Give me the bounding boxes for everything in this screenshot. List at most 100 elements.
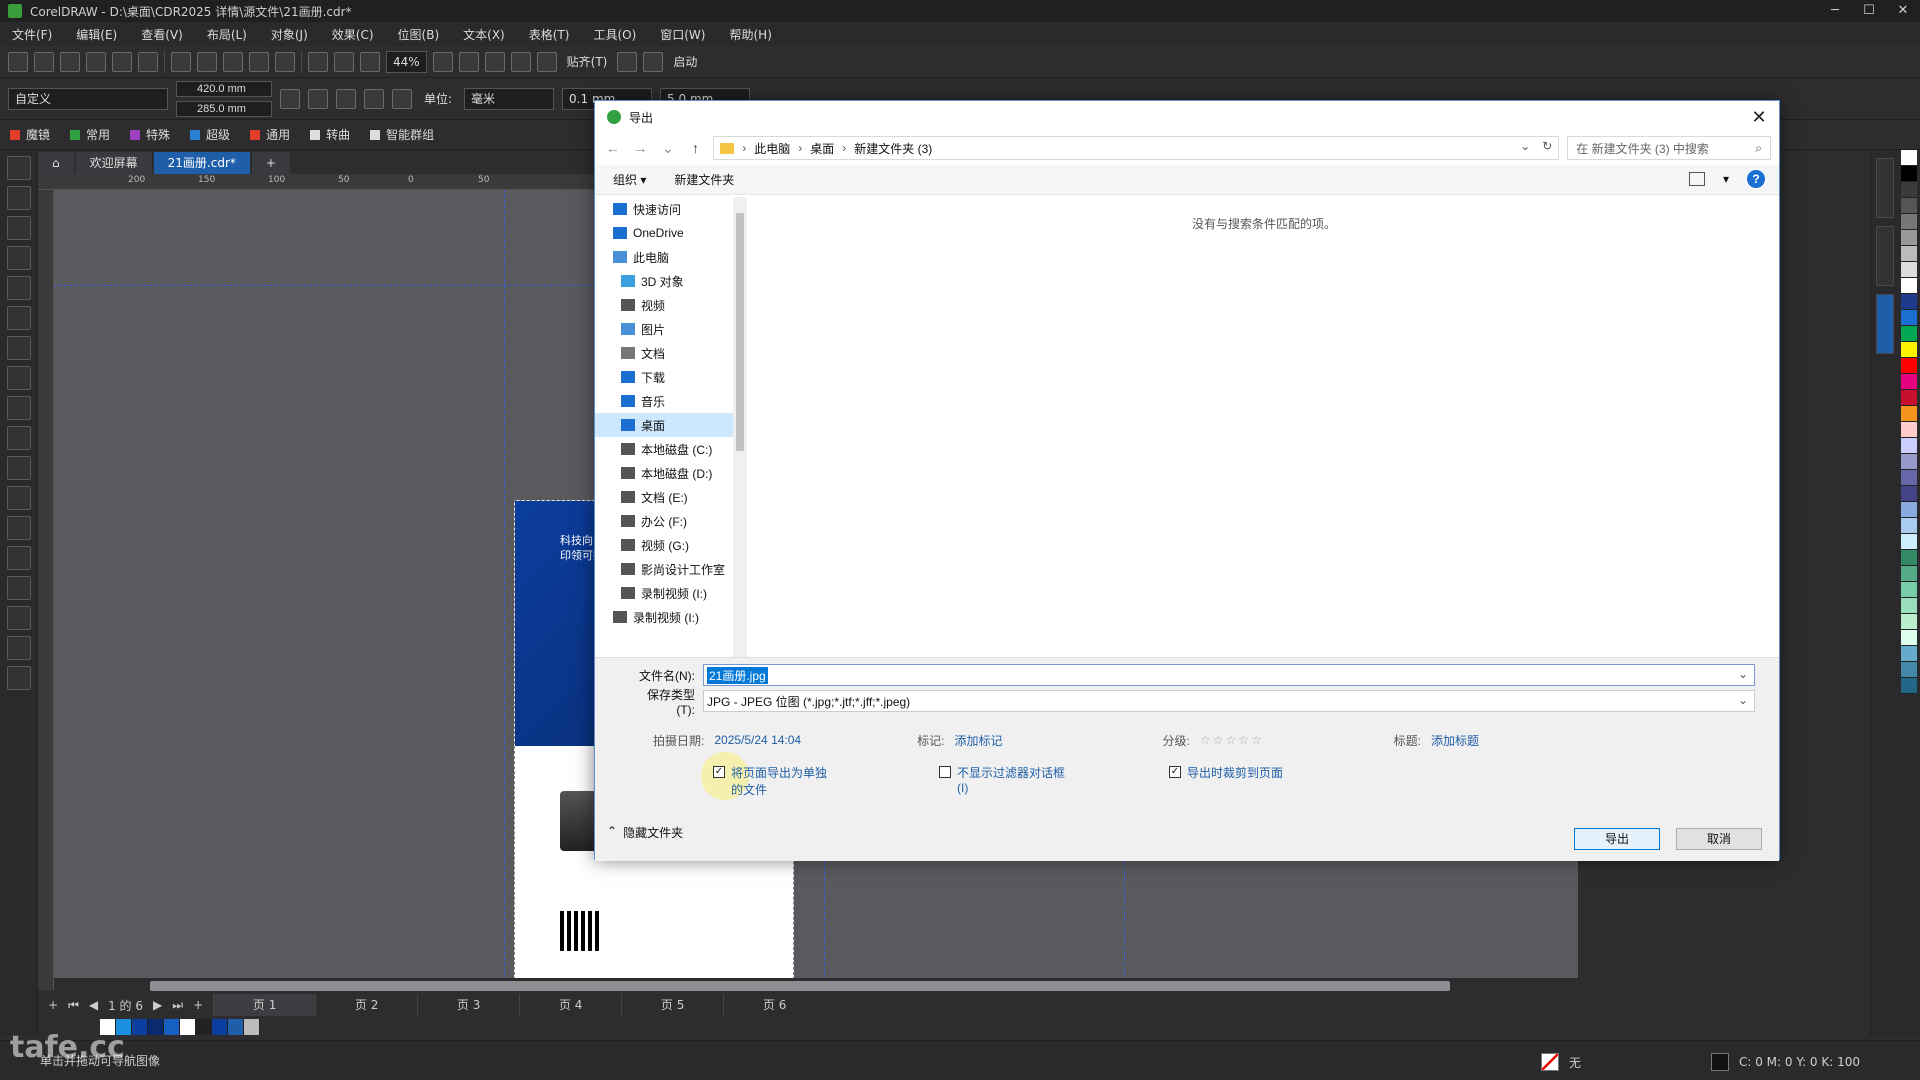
nav-item[interactable]: 文档 (E:) <box>595 485 746 509</box>
color-swatch[interactable] <box>1901 342 1917 358</box>
color-swatch[interactable] <box>1901 390 1917 406</box>
unit-select[interactable]: 毫米 <box>464 87 555 110</box>
artistic-media-icon[interactable] <box>6 306 31 330</box>
color-swatch[interactable] <box>132 1019 148 1035</box>
print-icon[interactable] <box>138 51 158 72</box>
add-page-end-icon[interactable]: + <box>193 998 203 1012</box>
add-page-icon[interactable]: + <box>48 998 58 1012</box>
color-swatch[interactable] <box>1901 662 1917 678</box>
checkbox[interactable] <box>939 766 951 778</box>
up-icon[interactable]: ↑ <box>686 140 706 156</box>
plugin-button[interactable]: 转曲 <box>310 126 350 143</box>
page-tab[interactable]: 页 6 <box>723 994 825 1016</box>
color-swatch[interactable] <box>1901 566 1917 582</box>
outline-swatch[interactable] <box>1710 1053 1729 1071</box>
nav-item[interactable]: 本地磁盘 (C:) <box>595 437 746 461</box>
checkbox[interactable]: ✓ <box>713 766 725 778</box>
guideline[interactable] <box>504 190 505 980</box>
color-swatch[interactable] <box>148 1019 164 1035</box>
color-swatch[interactable] <box>1901 278 1917 294</box>
launch-icon[interactable] <box>643 51 664 72</box>
date-value[interactable]: 2025/5/24 14:04 <box>714 733 801 747</box>
page-preset-select[interactable]: 自定义 <box>8 87 168 110</box>
page-height-input[interactable] <box>176 100 272 117</box>
fill-swatch[interactable] <box>1540 1053 1559 1071</box>
options-gear-icon[interactable] <box>617 51 638 72</box>
all-pages-icon[interactable] <box>280 88 300 109</box>
breadcrumb-folder[interactable]: 新建文件夹 (3) <box>854 140 932 157</box>
menu-item[interactable]: 编辑(E) <box>76 26 117 43</box>
nav-item[interactable]: 文档 <box>595 341 746 365</box>
nav-item[interactable]: 图片 <box>595 317 746 341</box>
nav-item[interactable]: 录制视频 (I:) <box>595 581 746 605</box>
nav-scrollbar[interactable] <box>733 197 747 657</box>
color-swatch[interactable] <box>1901 550 1917 566</box>
eyedropper-tool-icon[interactable] <box>6 576 31 600</box>
color-swatch[interactable] <box>1901 326 1917 342</box>
view-mode-icon[interactable] <box>1688 172 1705 186</box>
nav-item[interactable]: 快速访问 <box>595 197 746 221</box>
connector-tool-icon[interactable] <box>6 486 31 510</box>
color-swatch[interactable] <box>196 1019 212 1035</box>
color-swatch[interactable] <box>1901 198 1917 214</box>
color-swatch[interactable] <box>1901 230 1917 246</box>
tab-home-icon[interactable]: ⌂ <box>38 152 74 174</box>
color-swatch[interactable] <box>1901 422 1917 438</box>
save-icon[interactable] <box>60 51 80 72</box>
menu-item[interactable]: 布局(L) <box>207 26 247 43</box>
plugin-button[interactable]: 超级 <box>190 126 230 143</box>
smart-fill-icon[interactable] <box>6 636 31 660</box>
dimension-tool-icon[interactable] <box>6 456 31 480</box>
color-swatch[interactable] <box>1901 294 1917 310</box>
menu-item[interactable]: 对象(J) <box>271 26 308 43</box>
nav-item[interactable]: 视频 (G:) <box>595 533 746 557</box>
savetype-select[interactable]: JPG - JPEG 位图 (*.jpg;*.jtf;*.jff;*.jpeg)… <box>703 690 1755 712</box>
color-swatch[interactable] <box>1901 406 1917 422</box>
breadcrumb-this-pc[interactable]: 此电脑 <box>754 140 790 157</box>
chevron-down-icon[interactable]: ▾ <box>1723 172 1729 186</box>
color-swatch[interactable] <box>1901 518 1917 534</box>
back-icon[interactable]: ← <box>603 140 623 156</box>
menu-item[interactable]: 表格(T) <box>529 26 570 43</box>
color-swatch[interactable] <box>212 1019 228 1035</box>
menu-item[interactable]: 文本(X) <box>463 26 505 43</box>
nav-item[interactable]: 3D 对象 <box>595 269 746 293</box>
nav-item[interactable]: OneDrive <box>595 221 746 245</box>
nav-item[interactable]: 影尚设计工作室 <box>595 557 746 581</box>
last-page-icon[interactable]: ⏭ <box>172 998 183 1013</box>
filename-input[interactable]: 21画册.jpg ⌄ <box>703 664 1755 686</box>
breadcrumb-desktop[interactable]: 桌面 <box>810 140 834 157</box>
plugin-button[interactable]: 魔镜 <box>10 126 50 143</box>
transparency-tool-icon[interactable] <box>6 546 31 570</box>
export-icon[interactable] <box>334 51 354 72</box>
nav-item[interactable]: 录制视频 (I:) <box>595 605 746 629</box>
menu-item[interactable]: 文件(F) <box>12 26 52 43</box>
new-folder-button[interactable]: 新建文件夹 <box>674 171 734 188</box>
color-swatch[interactable] <box>1901 582 1917 598</box>
rulers-icon[interactable] <box>458 51 479 72</box>
zoom-select[interactable]: 44% <box>386 50 427 73</box>
nav-item[interactable]: 音乐 <box>595 389 746 413</box>
paste-icon[interactable] <box>223 51 243 72</box>
recent-icon[interactable]: ⌄ <box>658 140 678 157</box>
tags-value[interactable]: 添加标记 <box>954 732 1002 749</box>
current-page-icon[interactable] <box>364 88 384 109</box>
grid-icon[interactable] <box>484 51 505 72</box>
shadow-tool-icon[interactable] <box>6 516 31 540</box>
cancel-button[interactable]: 取消 <box>1676 828 1762 850</box>
refresh-icon[interactable]: ↻ <box>1542 139 1552 153</box>
hide-filter-dialog-checkbox[interactable]: 不显示过滤器对话框(I) <box>939 764 1069 795</box>
forward-icon[interactable]: → <box>631 140 651 156</box>
page-tab[interactable]: 页 5 <box>621 994 723 1016</box>
hide-folders-toggle[interactable]: ⌃ 隐藏文件夹 <box>607 824 683 841</box>
plugin-button[interactable]: 特殊 <box>130 126 170 143</box>
menu-item[interactable]: 窗口(W) <box>660 26 705 43</box>
guidelines-icon[interactable] <box>510 51 531 72</box>
menu-item[interactable]: 位图(B) <box>398 26 440 43</box>
plugin-button[interactable]: 通用 <box>250 126 290 143</box>
redo-icon[interactable] <box>275 51 295 72</box>
tab-document[interactable]: 21画册.cdr* <box>153 152 250 174</box>
freehand-tool-icon[interactable] <box>6 276 31 300</box>
landscape-icon[interactable] <box>336 88 356 109</box>
color-swatch[interactable] <box>1901 214 1917 230</box>
